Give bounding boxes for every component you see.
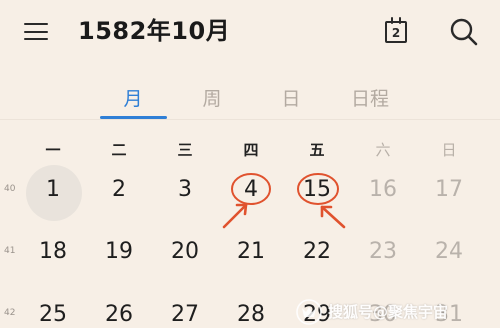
week-number: 40 [4, 184, 16, 194]
weekday-sun: 日 [441, 141, 457, 159]
tab-divider [0, 119, 500, 120]
week-number: 42 [4, 308, 16, 318]
day-cell[interactable]: 3 [160, 165, 210, 215]
weekday-fri: 五 [309, 141, 325, 159]
weekday-thu: 四 [243, 141, 259, 159]
day-cell[interactable]: 22 [292, 227, 342, 277]
weekday-wed: 三 [177, 141, 193, 159]
active-tab-indicator [100, 116, 167, 119]
weekday-sat: 六 [375, 141, 391, 159]
sohu-fox-logo [296, 299, 322, 325]
calendar-today-icon[interactable]: 2 [383, 16, 413, 48]
day-cell-weekend[interactable]: 16 [358, 165, 408, 215]
weekday-header: 一 二 三 四 五 六 日 [0, 136, 500, 166]
day-cell[interactable]: 25 [28, 290, 78, 328]
tab-day[interactable]: 日 [261, 86, 321, 112]
tab-week[interactable]: 周 [182, 86, 242, 112]
calendar-app: 1582年10月 2 月 周 日 日程 一 二 三 四 五 六 日 40 1 2… [0, 0, 500, 328]
menu-icon[interactable] [22, 20, 54, 44]
day-cell-today[interactable]: 1 [28, 165, 78, 215]
month-title[interactable]: 1582年10月 [78, 14, 230, 48]
view-tabs: 月 周 日 日程 [0, 80, 500, 124]
day-cell[interactable]: 26 [94, 290, 144, 328]
watermark-text: 搜狐号@聚焦宇宙 [328, 303, 449, 321]
top-app-bar: 1582年10月 2 [0, 0, 500, 62]
search-icon[interactable] [448, 16, 480, 48]
day-cell-weekend[interactable]: 24 [424, 227, 474, 277]
day-cell[interactable]: 18 [28, 227, 78, 277]
day-cell-circled[interactable]: 4 [226, 165, 276, 215]
day-cell[interactable]: 21 [226, 227, 276, 277]
weekday-mon: 一 [45, 141, 61, 159]
watermark: 搜狐号@聚焦宇宙 [296, 298, 448, 326]
day-cell[interactable]: 2 [94, 165, 144, 215]
week-number: 41 [4, 246, 16, 256]
day-cell[interactable]: 28 [226, 290, 276, 328]
day-cell-circled[interactable]: 15 [292, 165, 342, 215]
day-cell[interactable]: 19 [94, 227, 144, 277]
day-cell-weekend[interactable]: 17 [424, 165, 474, 215]
tab-schedule[interactable]: 日程 [340, 86, 400, 112]
calendar-today-number: 2 [391, 26, 401, 40]
day-cell[interactable]: 20 [160, 227, 210, 277]
day-cell-weekend[interactable]: 23 [358, 227, 408, 277]
weekday-tue: 二 [111, 141, 127, 159]
day-cell[interactable]: 27 [160, 290, 210, 328]
tab-month[interactable]: 月 [103, 86, 163, 112]
